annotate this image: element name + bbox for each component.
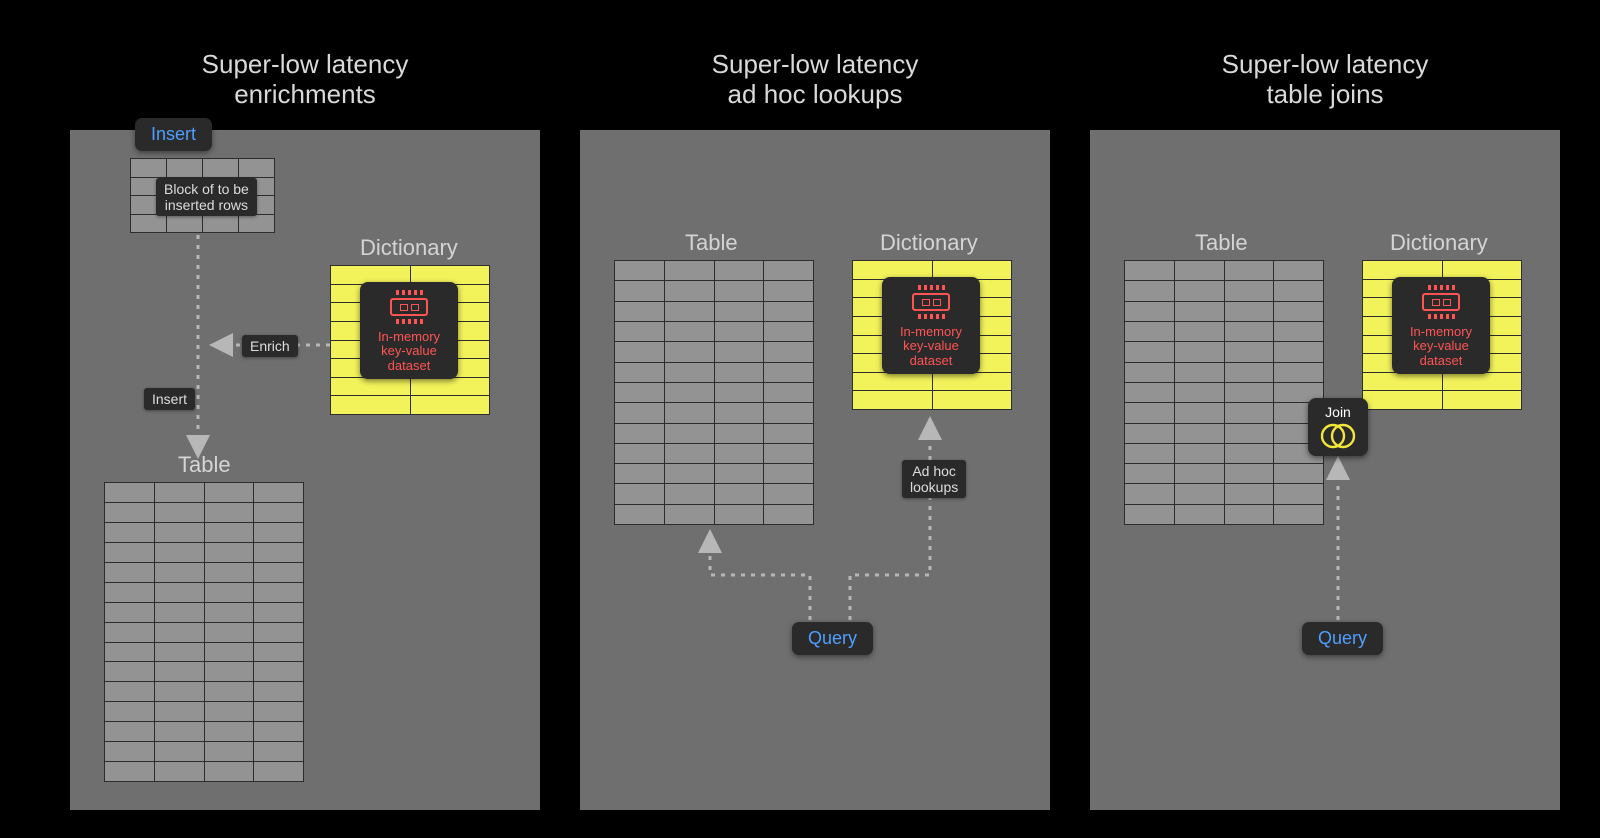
query-button: Query: [1302, 622, 1383, 655]
venn-icon: [1318, 422, 1358, 450]
query-button: Query: [792, 622, 873, 655]
table-label: Table: [1195, 230, 1248, 256]
table-grid: [1124, 260, 1324, 525]
table-grid: [104, 482, 304, 782]
dictionary-label: Dictionary: [360, 235, 458, 261]
panel-title: Super-low latencytable joins: [1090, 50, 1560, 110]
panel-enrichments: Block of to be inserted rows Insert Enri…: [70, 130, 540, 810]
block-caption: Block of to be inserted rows: [156, 178, 257, 216]
panel-joins: Table Dictionary In-memorykey-valuedatas…: [1090, 130, 1560, 810]
table-grid: [614, 260, 814, 525]
dictionary-label: Dictionary: [880, 230, 978, 256]
insert-small-label: Insert: [144, 388, 195, 410]
table-label: Table: [685, 230, 738, 256]
join-icon: Join: [1308, 398, 1368, 456]
enrich-label: Enrich: [242, 335, 298, 357]
insert-button: Insert: [135, 118, 212, 151]
memory-chip-icon: In-memorykey-valuedataset: [1392, 277, 1490, 374]
memory-chip-icon: In-memorykey-valuedataset: [882, 277, 980, 374]
panel-title: Super-low latencyenrichments: [70, 50, 540, 110]
memory-chip-icon: In-memorykey-valuedataset: [360, 282, 458, 379]
panel-title: Super-low latencyad hoc lookups: [580, 50, 1050, 110]
adhoc-label: Ad hoclookups: [902, 460, 966, 498]
table-label: Table: [178, 452, 231, 478]
panel-adhoc: Table Dictionary In-memorykey-valuedatas…: [580, 130, 1050, 810]
dictionary-label: Dictionary: [1390, 230, 1488, 256]
